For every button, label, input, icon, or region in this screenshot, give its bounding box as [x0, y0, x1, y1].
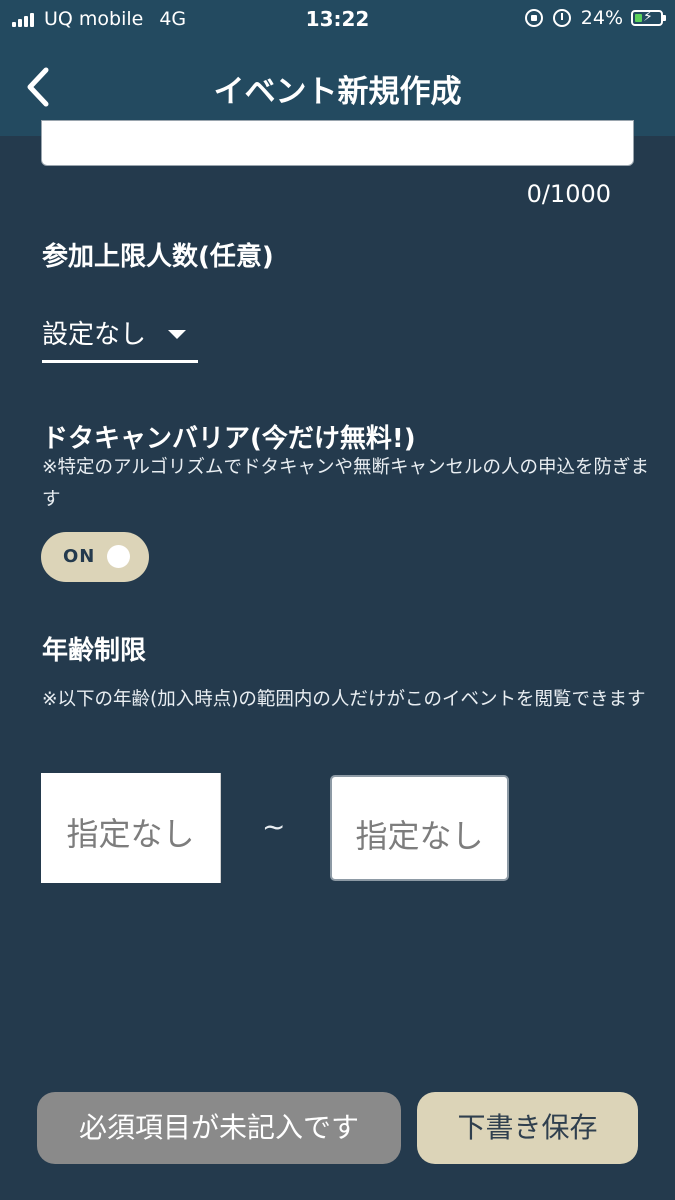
orientation-lock-icon [524, 9, 543, 27]
age-max-placeholder: 指定なし [355, 817, 484, 855]
status-bar: UQ mobile 4G 13:22 24% ⚡ [0, 0, 675, 40]
barrier-note: ※特定のアルゴリズムでドタキャンや無断キャンセルの人の申込を防ぎます [42, 457, 649, 510]
submit-button-disabled[interactable]: 必須項目が未記入です [37, 1092, 401, 1164]
barrier-toggle[interactable]: ON [41, 532, 149, 582]
age-range-separator: ~ [262, 810, 286, 843]
save-draft-button[interactable]: 下書き保存 [417, 1092, 638, 1164]
age-min-placeholder: 指定なし [66, 815, 195, 853]
character-counter: 0/1000 [526, 180, 611, 208]
dropdown-arrow-icon [168, 330, 186, 339]
toggle-state-label: ON [63, 546, 96, 567]
capacity-select-value: 設定なし [42, 320, 147, 350]
age-max-input[interactable]: 指定なし [330, 775, 509, 881]
status-right: 24% ⚡ [524, 7, 666, 29]
battery-percent: 24% [580, 7, 623, 29]
description-textarea[interactable] [41, 120, 634, 166]
age-min-input[interactable]: 指定なし [41, 773, 221, 883]
capacity-select[interactable]: 設定なし [42, 312, 198, 363]
barrier-title: ドタキャンバリア(今だけ無料!) [42, 424, 416, 454]
age-title: 年齢制限 [42, 636, 147, 666]
alarm-icon [552, 9, 571, 27]
page-title: イベント新規作成 [213, 74, 462, 110]
age-note: ※以下の年齢(加入時点)の範囲内の人だけがこのイベントを閲覧できます [42, 689, 646, 710]
capacity-title: 参加上限人数(任意) [42, 242, 274, 272]
battery-icon: ⚡ [631, 9, 666, 26]
toggle-knob [107, 545, 130, 568]
